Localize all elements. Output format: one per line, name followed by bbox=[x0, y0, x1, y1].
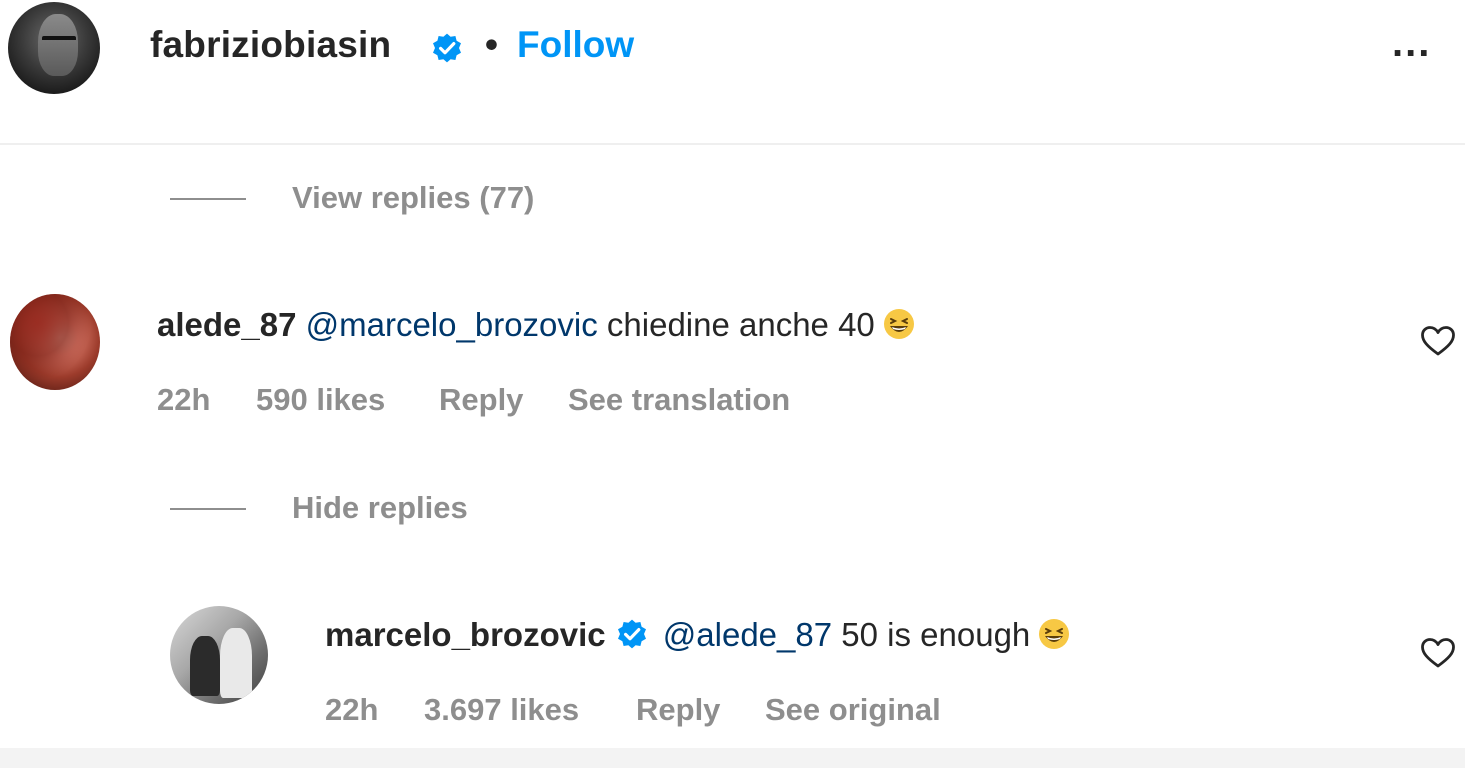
author-username[interactable]: fabriziobiasin bbox=[150, 24, 391, 66]
reply-text: 50 is enough bbox=[841, 616, 1031, 653]
comment-body: alede_87 @marcelo_brozovic chiedine anch… bbox=[157, 306, 915, 344]
avatar-figure bbox=[220, 628, 252, 698]
reply-body: marcelo_brozovic @alede_87 50 is enough bbox=[325, 616, 1070, 654]
reply-username[interactable]: marcelo_brozovic bbox=[325, 616, 606, 653]
verified-badge-icon bbox=[433, 33, 461, 63]
follow-button[interactable]: Follow bbox=[517, 24, 634, 66]
commenter-username[interactable]: alede_87 bbox=[157, 306, 296, 343]
like-heart-icon[interactable] bbox=[1420, 637, 1456, 669]
reply-likes-count[interactable]: 3.697 likes bbox=[424, 692, 579, 728]
commenter-avatar[interactable] bbox=[10, 294, 100, 390]
replies-divider-line bbox=[170, 508, 246, 510]
grinning-squinting-face-icon bbox=[1039, 619, 1070, 649]
avatar-hair bbox=[10, 294, 100, 390]
reply-avatar[interactable] bbox=[170, 606, 268, 704]
see-original-button[interactable]: See original bbox=[765, 692, 941, 728]
view-replies-button[interactable]: View replies (77) bbox=[292, 180, 534, 216]
reply-timestamp[interactable]: 22h bbox=[325, 692, 378, 728]
avatar-glasses bbox=[42, 36, 76, 44]
replies-divider-line bbox=[170, 198, 246, 200]
post-header: fabriziobiasin • Follow ... bbox=[0, 0, 1465, 145]
comment-likes-count[interactable]: 590 likes bbox=[256, 382, 385, 418]
avatar-figure bbox=[190, 636, 220, 696]
grinning-squinting-face-icon bbox=[883, 309, 914, 339]
bottom-divider bbox=[0, 748, 1465, 768]
comment-text: chiedine anche 40 bbox=[606, 306, 875, 343]
like-heart-icon[interactable] bbox=[1420, 325, 1456, 357]
more-options-icon[interactable]: ... bbox=[1392, 23, 1431, 63]
author-avatar[interactable] bbox=[8, 2, 100, 94]
separator-dot: • bbox=[485, 24, 498, 65]
see-translation-button[interactable]: See translation bbox=[568, 382, 790, 418]
comment-timestamp[interactable]: 22h bbox=[157, 382, 210, 418]
comment-mention-link[interactable]: @marcelo_brozovic bbox=[306, 306, 598, 343]
reply-mention-link[interactable]: @alede_87 bbox=[663, 616, 832, 653]
reply-button[interactable]: Reply bbox=[439, 382, 523, 418]
avatar-face bbox=[38, 14, 78, 76]
verified-badge-icon bbox=[617, 619, 646, 649]
reply-button[interactable]: Reply bbox=[636, 692, 720, 728]
hide-replies-button[interactable]: Hide replies bbox=[292, 490, 468, 526]
